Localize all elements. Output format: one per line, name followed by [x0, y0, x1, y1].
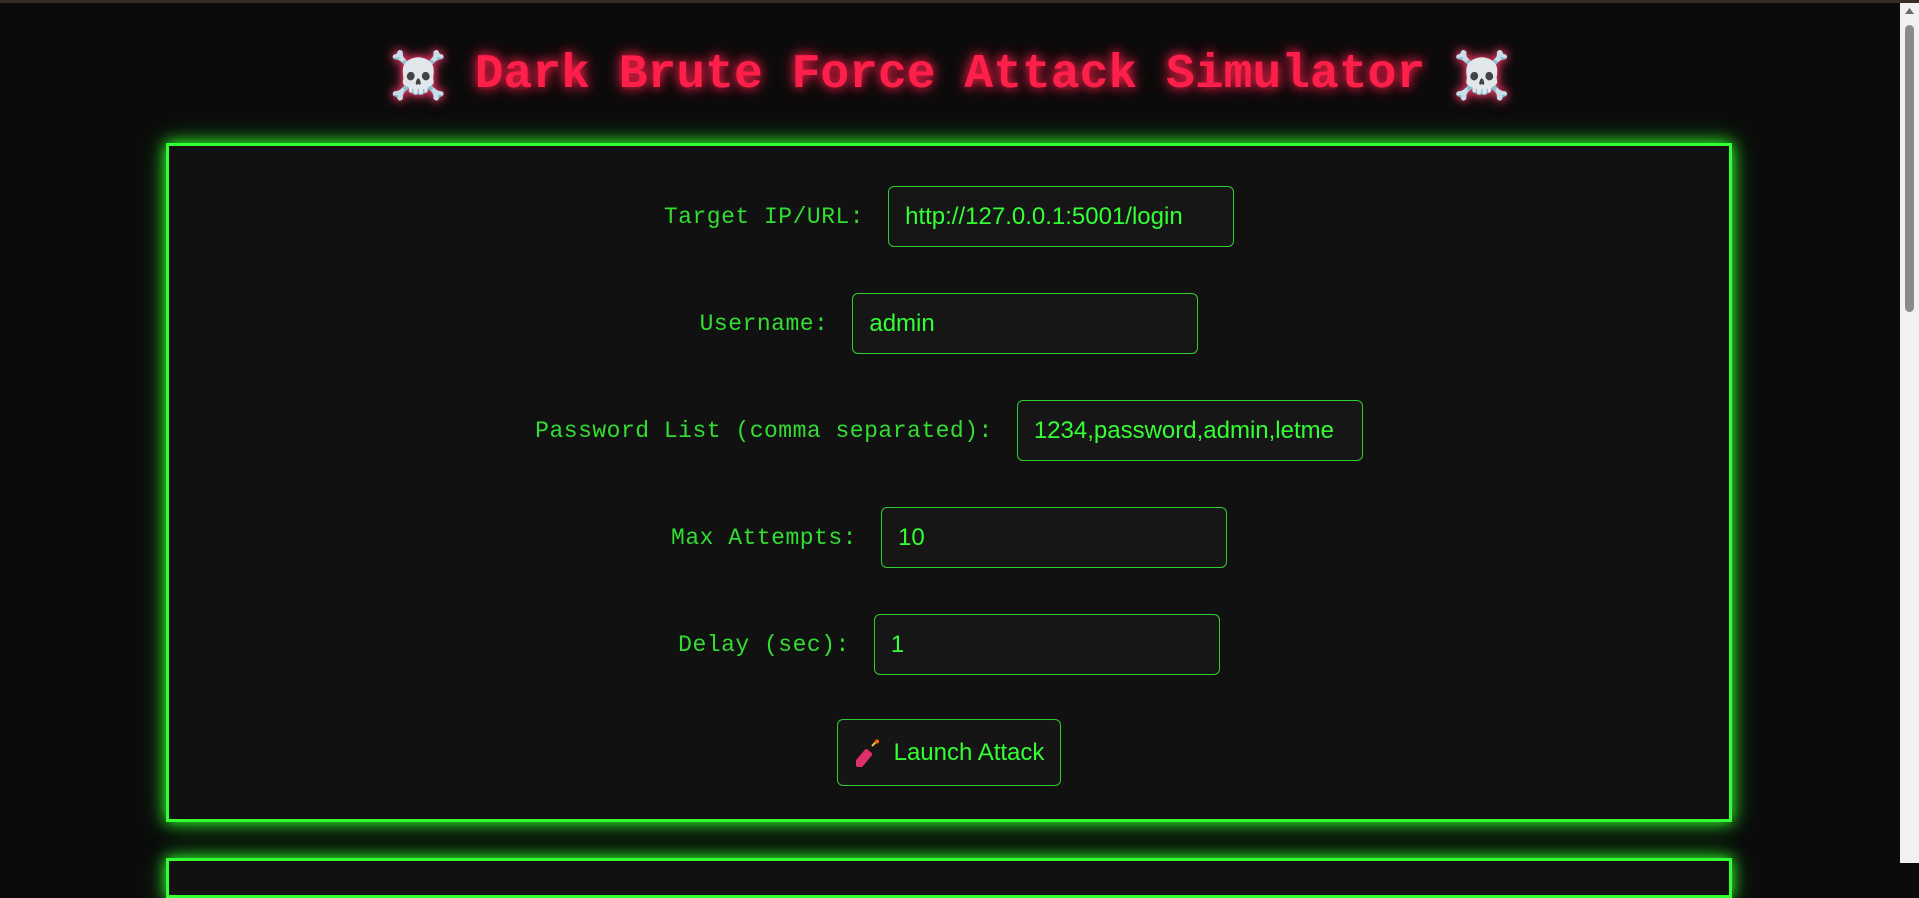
max-attempts-label: Max Attempts: [671, 524, 857, 551]
page-title: ☠️ Dark Brute Force Attack Simulator ☠️ [0, 45, 1900, 105]
password-list-label: Password List (comma separated): [535, 417, 993, 444]
attack-config-panel: Target IP/URL: Username: Password List (… [166, 143, 1732, 822]
scroll-up-arrow-icon[interactable] [1900, 3, 1919, 19]
results-panel [166, 858, 1732, 898]
delay-input[interactable] [873, 614, 1220, 675]
vertical-scrollbar[interactable] [1900, 3, 1919, 863]
username-input[interactable] [852, 293, 1199, 354]
max-attempts-input[interactable] [880, 507, 1227, 568]
max-attempts-row: Max Attempts: [169, 507, 1729, 568]
scrollbar-thumb[interactable] [1905, 25, 1914, 312]
page-title-text: Dark Brute Force Attack Simulator [474, 48, 1426, 102]
page: ☠️ Dark Brute Force Attack Simulator ☠️ Ta… [0, 3, 1900, 898]
launch-attack-button[interactable]: Launch Attack [836, 719, 1062, 786]
target-row: Target IP/URL: [169, 186, 1729, 247]
launch-row: Launch Attack [169, 719, 1729, 786]
username-row: Username: [169, 293, 1729, 354]
delay-label: Delay (sec): [678, 631, 850, 658]
skull-crossbones-icon: ☠️ [1453, 48, 1511, 102]
target-url-input[interactable] [888, 186, 1235, 247]
password-list-row: Password List (comma separated): [169, 400, 1729, 461]
password-list-input[interactable] [1016, 400, 1363, 461]
delay-row: Delay (sec): [169, 614, 1729, 675]
dynamite-icon [853, 739, 882, 769]
username-label: Username: [699, 310, 829, 337]
launch-attack-label: Launch Attack [893, 738, 1045, 766]
target-label: Target IP/URL: [663, 203, 865, 230]
skull-crossbones-icon: ☠️ [389, 48, 447, 102]
